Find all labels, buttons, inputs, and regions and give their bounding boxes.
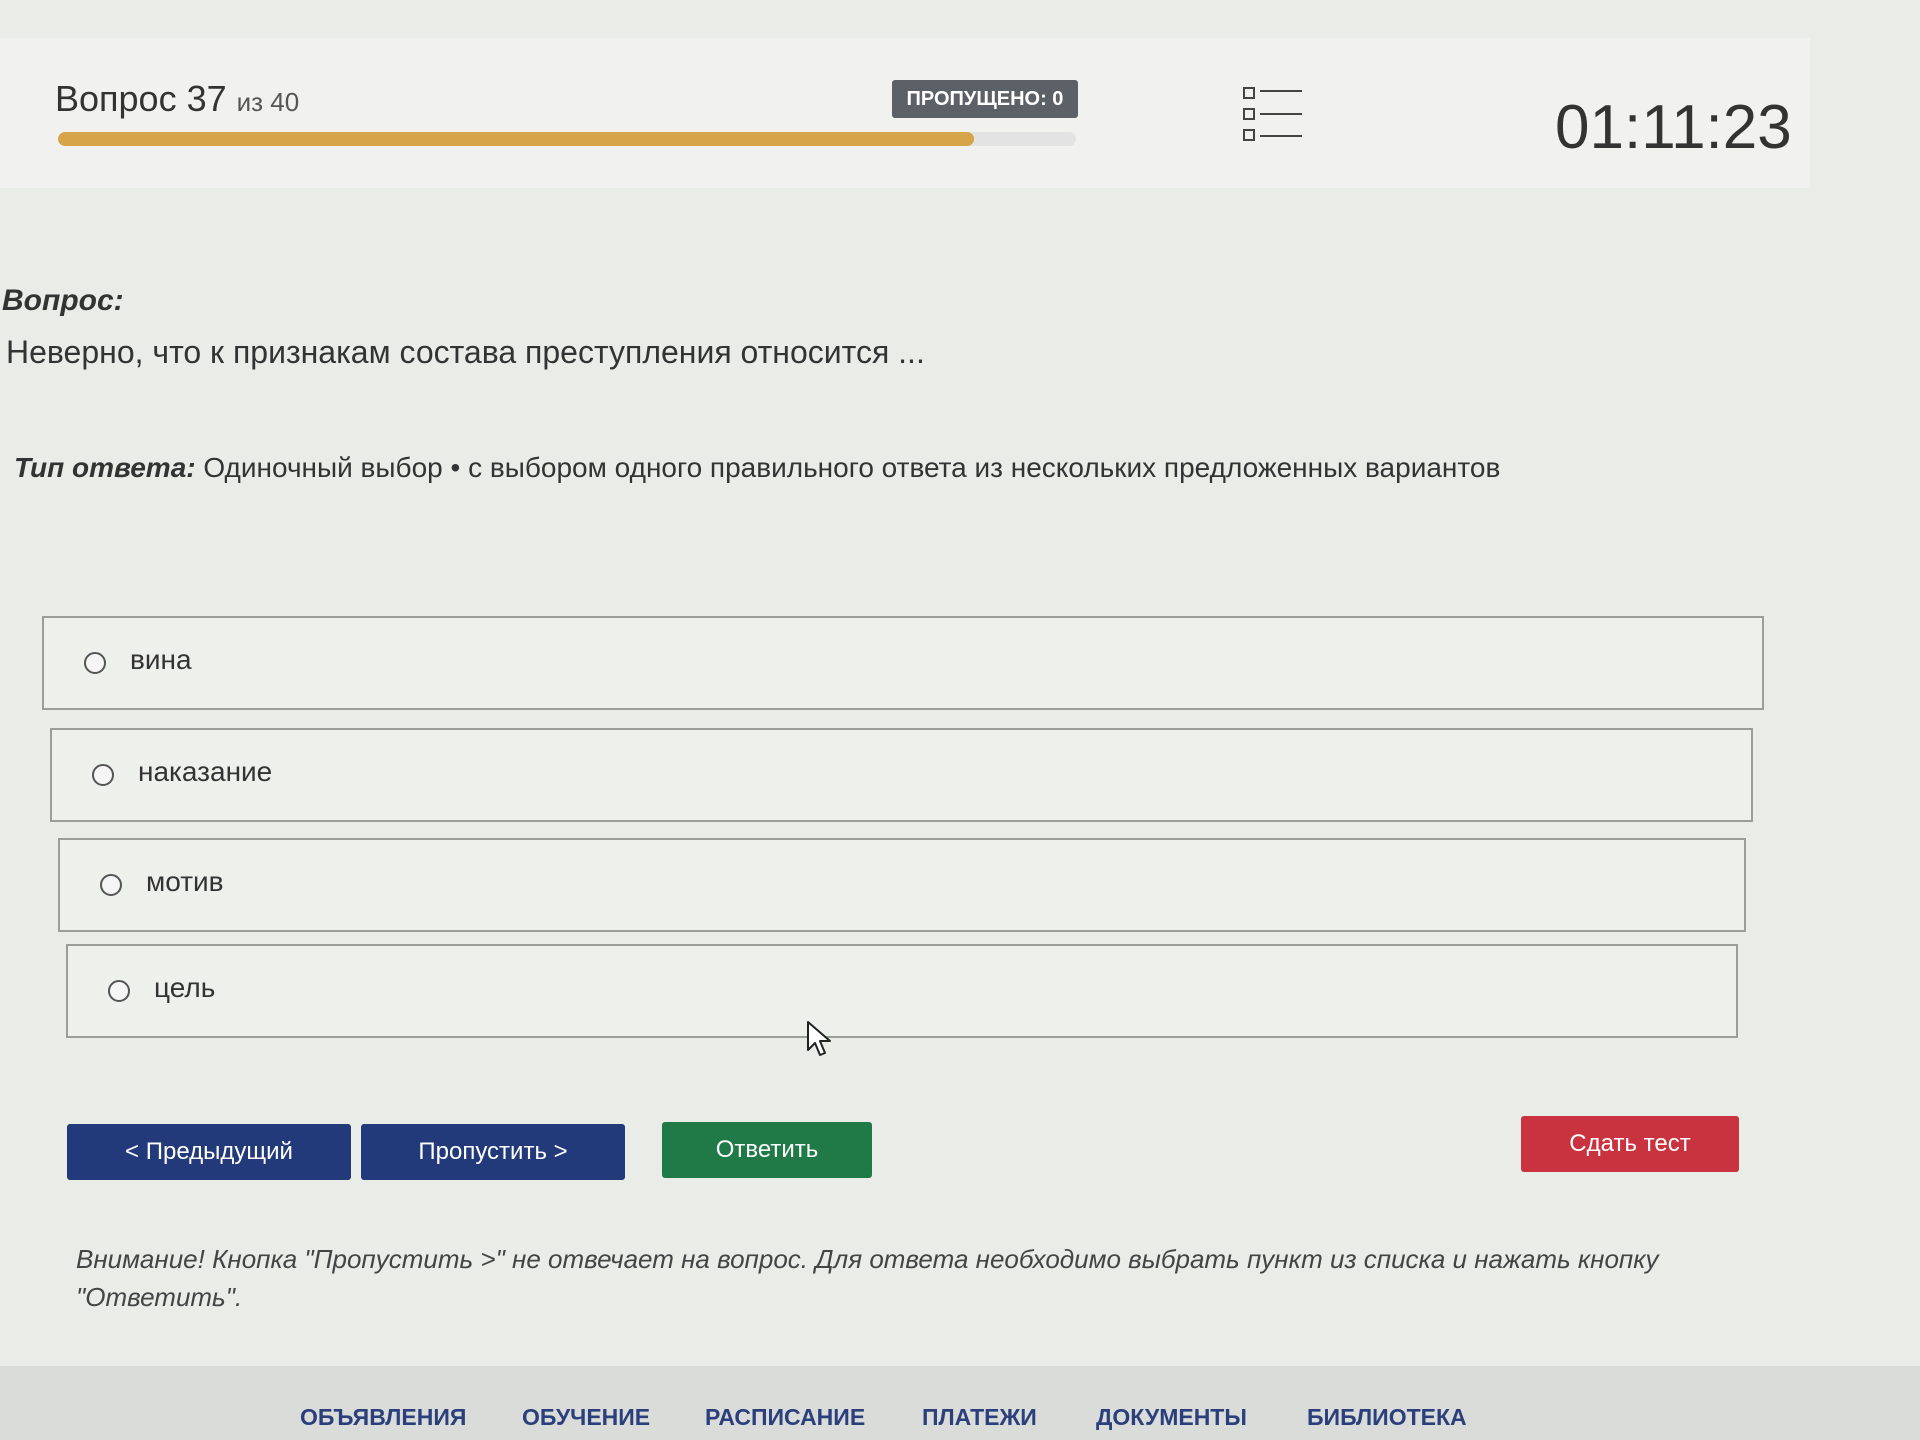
- answer-option-1[interactable]: вина: [42, 616, 1764, 710]
- answer-option-label: наказание: [138, 756, 273, 787]
- answer-option-4[interactable]: цель: [66, 944, 1738, 1038]
- answer-option-label: мотив: [146, 866, 224, 897]
- warning-notice: Внимание! Кнопка "Пропустить >" не отвеч…: [76, 1244, 1659, 1312]
- submit-test-button[interactable]: Сдать тест: [1521, 1116, 1739, 1172]
- question-text: Неверно, что к признакам состава преступ…: [6, 334, 925, 370]
- question-total: из 40: [236, 87, 300, 117]
- mouse-cursor-icon: [807, 1021, 831, 1056]
- answer-type-value: Одиночный выбор • с выбором одного прави…: [203, 452, 1501, 483]
- previous-button[interactable]: < Предыдущий: [67, 1124, 351, 1180]
- footer-link-schedule[interactable]: РАСПИСАНИЕ: [705, 1404, 865, 1431]
- footer-link-documents[interactable]: ДОКУМЕНТЫ: [1096, 1404, 1247, 1431]
- footer-link-payments[interactable]: ПЛАТЕЖИ: [922, 1404, 1037, 1431]
- answer-type: Тип ответа: Одиночный выбор • с выбором …: [14, 452, 1500, 484]
- answer-option-3[interactable]: мотив: [58, 838, 1746, 932]
- footer-link-library[interactable]: БИБЛИОТЕКА: [1307, 1404, 1467, 1431]
- radio-button[interactable]: [84, 652, 106, 674]
- list-icon: [1243, 87, 1302, 141]
- question-list-icon[interactable]: [1242, 86, 1304, 144]
- radio-button[interactable]: [100, 874, 122, 896]
- skip-button[interactable]: Пропустить >: [361, 1124, 625, 1180]
- footer-nav: ОБЪЯВЛЕНИЯ ОБУЧЕНИЕ РАСПИСАНИЕ ПЛАТЕЖИ Д…: [0, 1366, 1920, 1440]
- question-number: Вопрос 37: [55, 78, 227, 119]
- footer-link-education[interactable]: ОБУЧЕНИЕ: [522, 1404, 650, 1431]
- radio-button[interactable]: [108, 980, 130, 1002]
- radio-button[interactable]: [92, 764, 114, 786]
- answer-type-label: Тип ответа:: [14, 452, 196, 483]
- countdown-timer: 01:11:23: [1555, 93, 1792, 162]
- answer-option-label: вина: [130, 644, 192, 675]
- progress-bar: [58, 132, 1076, 146]
- footer-link-announcements[interactable]: ОБЪЯВЛЕНИЯ: [300, 1404, 466, 1431]
- answer-option-2[interactable]: наказание: [50, 728, 1753, 822]
- question-label: Вопрос:: [2, 284, 124, 317]
- question-counter: Вопрос 37 из 40: [55, 78, 299, 120]
- progress-bar-fill: [58, 132, 975, 146]
- answer-button[interactable]: Ответить: [662, 1122, 872, 1178]
- skipped-badge: ПРОПУЩЕНО: 0: [892, 80, 1078, 118]
- answer-option-label: цель: [154, 972, 216, 1003]
